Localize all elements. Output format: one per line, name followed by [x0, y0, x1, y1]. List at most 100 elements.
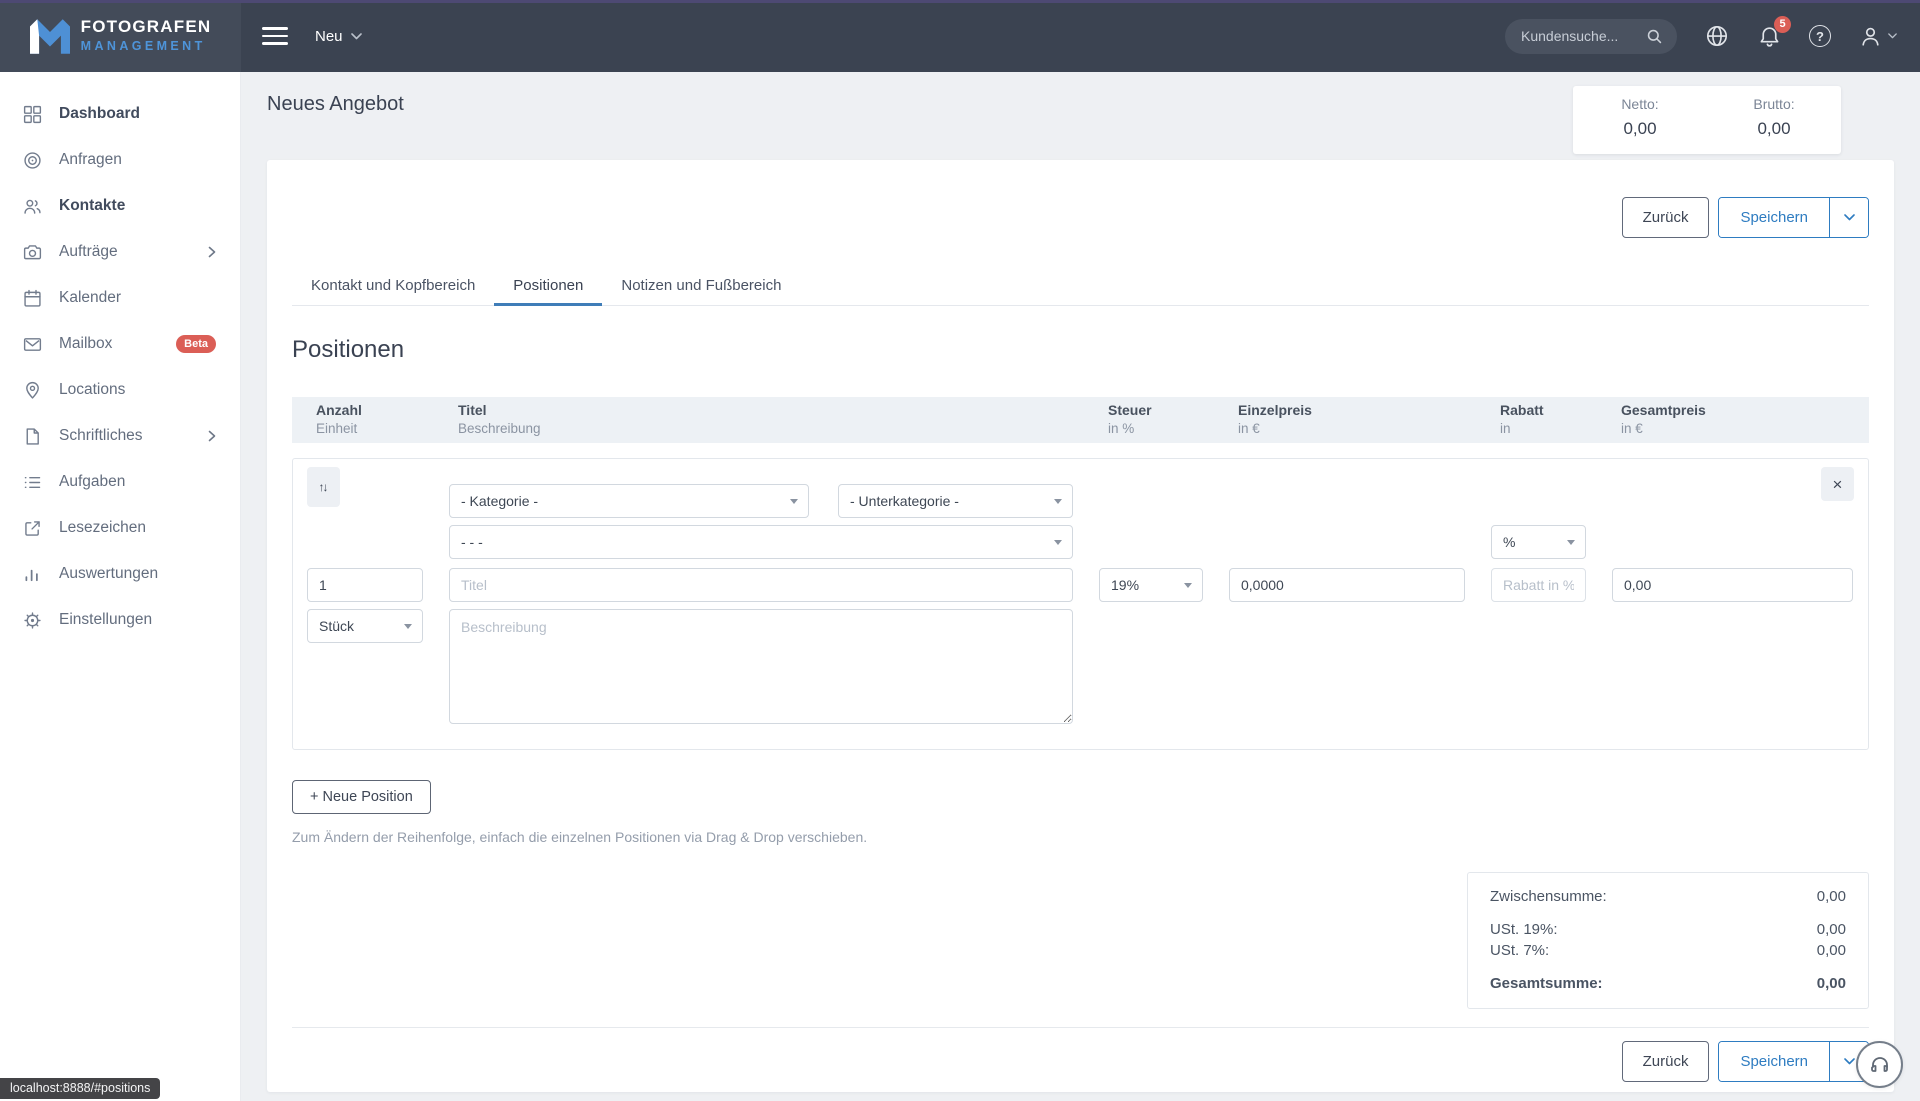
- sidebar-item-locations[interactable]: Locations: [0, 367, 240, 413]
- map-pin-icon: [22, 380, 43, 401]
- neu-label: Neu: [315, 27, 343, 45]
- gear-icon: [22, 610, 43, 631]
- bar-chart-icon: [22, 564, 43, 585]
- notifications-bell-icon[interactable]: 5: [1757, 15, 1791, 49]
- discount-input[interactable]: [1491, 568, 1586, 602]
- sidebar-item-kalender[interactable]: Kalender: [0, 275, 240, 321]
- topbar: FOTOGRAFEN MANAGEMENT Neu 5: [0, 0, 1920, 72]
- sidebar-item-dashboard[interactable]: Dashboard: [0, 91, 240, 137]
- totals-card: Netto: 0,00 Brutto: 0,00: [1573, 86, 1841, 154]
- chevron-down-icon: [1054, 499, 1062, 504]
- search-icon[interactable]: [1645, 27, 1664, 51]
- sidebar-item-auftraege[interactable]: Aufträge: [0, 229, 240, 275]
- tax-select[interactable]: 19%: [1099, 568, 1203, 602]
- brand-line2: MANAGEMENT: [80, 38, 206, 53]
- chevron-right-icon: [208, 430, 216, 442]
- col-titel: Titel Beschreibung: [458, 402, 541, 437]
- preset-select[interactable]: - - -: [449, 525, 1073, 559]
- chevron-down-icon: [404, 624, 412, 629]
- brutto-value: 0,00: [1757, 119, 1791, 138]
- tab-bar: Kontakt und Kopfbereich Positionen Notiz…: [292, 265, 1869, 306]
- chevron-down-icon: [1888, 33, 1897, 39]
- document-icon: [22, 426, 43, 447]
- netto-value: 0,00: [1623, 119, 1657, 138]
- col-einzelpreis: Einzelpreis in €: [1238, 402, 1312, 437]
- sidebar-item-aufgaben[interactable]: Aufgaben: [0, 459, 240, 505]
- unit-select[interactable]: Stück: [307, 609, 423, 643]
- bottom-divider: [292, 1027, 1869, 1028]
- chevron-down-icon: [1184, 583, 1192, 588]
- sidebar-item-kontakte[interactable]: Kontakte: [0, 183, 240, 229]
- toolbar-bottom: Zurück Speichern: [292, 1041, 1869, 1082]
- chevron-down-icon: [790, 499, 798, 504]
- brutto-label: Brutto:: [1753, 96, 1795, 112]
- save-button[interactable]: Speichern: [1719, 198, 1829, 237]
- sidebar-item-auswertungen[interactable]: Auswertungen: [0, 551, 240, 597]
- sidebar-item-anfragen[interactable]: Anfragen: [0, 137, 240, 183]
- globe-icon[interactable]: [1704, 23, 1730, 49]
- col-steuer: Steuer in %: [1108, 402, 1152, 437]
- tab-kontakt-und-kopfbereich[interactable]: Kontakt und Kopfbereich: [292, 265, 494, 305]
- help-glyph: ?: [1816, 28, 1824, 44]
- remove-position-button[interactable]: ×: [1821, 467, 1854, 501]
- support-chat-button[interactable]: [1856, 1041, 1903, 1088]
- positions-heading: Positionen: [292, 336, 405, 363]
- hamburger-menu-icon[interactable]: [262, 27, 288, 45]
- tab-positionen[interactable]: Positionen: [494, 265, 603, 306]
- total-price-input[interactable]: [1612, 568, 1853, 602]
- task-list-icon: [22, 472, 43, 493]
- brand-line1: FOTOGRAFEN: [80, 17, 212, 37]
- browser-status-url: localhost:8888/#positions: [0, 1078, 161, 1099]
- quantity-input[interactable]: [307, 568, 423, 602]
- topbar-right: 5 ?: [1505, 15, 1920, 54]
- camera-icon: [22, 242, 43, 263]
- sidebar-item-mailbox[interactable]: Mailbox Beta: [0, 321, 240, 367]
- neu-dropdown-button[interactable]: Neu: [315, 28, 362, 45]
- position-row: × ↑↓ - Kategorie - - Unterkategorie - - …: [292, 458, 1869, 750]
- customer-search: [1505, 18, 1677, 54]
- back-button[interactable]: Zurück: [1621, 1041, 1710, 1082]
- top-accent-strip: [0, 0, 1920, 3]
- chevron-down-icon: [1567, 540, 1575, 545]
- save-button[interactable]: Speichern: [1719, 1042, 1829, 1081]
- app-root: FOTOGRAFEN MANAGEMENT Neu 5: [0, 0, 1920, 1101]
- sidebar-item-schriftliches[interactable]: Schriftliches: [0, 413, 240, 459]
- back-button[interactable]: Zurück: [1621, 197, 1710, 238]
- netto-label: Netto:: [1621, 96, 1659, 112]
- help-icon[interactable]: ?: [1809, 25, 1831, 47]
- save-options-button[interactable]: [1829, 198, 1868, 237]
- sidebar-item-einstellungen[interactable]: Einstellungen: [0, 597, 240, 643]
- drag-drop-hint: Zum Ändern der Reihenfolge, einfach die …: [292, 829, 868, 845]
- main-content: Neues Angebot Netto: 0,00 Brutto: 0,00 Z…: [241, 72, 1920, 1101]
- brand-logo[interactable]: FOTOGRAFEN MANAGEMENT: [0, 0, 241, 72]
- title-input[interactable]: [449, 568, 1073, 602]
- category-select[interactable]: - Kategorie -: [449, 484, 809, 518]
- notification-count-badge: 5: [1774, 15, 1791, 33]
- description-textarea[interactable]: [449, 609, 1073, 724]
- external-link-icon: [22, 518, 43, 539]
- chevron-right-icon: [208, 246, 216, 258]
- save-split-button: Speichern: [1718, 197, 1869, 238]
- mail-icon: [22, 334, 43, 355]
- sidebar-item-lesezeichen[interactable]: Lesezeichen: [0, 505, 240, 551]
- account-menu-button[interactable]: [1858, 24, 1897, 49]
- target-icon: [22, 150, 43, 171]
- col-gesamtpreis: Gesamtpreis in €: [1621, 402, 1706, 437]
- toolbar-top: Zurück Speichern: [292, 160, 1869, 238]
- add-position-button[interactable]: + Neue Position: [292, 780, 431, 814]
- col-rabatt: Rabatt in: [1500, 402, 1544, 437]
- summary-row-gesamtsumme: Gesamtsumme: 0,00: [1490, 975, 1846, 992]
- page-title: Neues Angebot: [267, 93, 404, 115]
- form-card: Zurück Speichern Kontakt und Kopfbereich…: [267, 160, 1894, 1092]
- summary-row-ust19: USt. 19%: 0,00: [1490, 921, 1846, 938]
- totals-summary-box: Zwischensumme: 0,00 USt. 19%: 0,00 USt. 7%…: [1467, 872, 1869, 1009]
- save-split-button: Speichern: [1718, 1041, 1869, 1082]
- discount-unit-select[interactable]: %: [1491, 525, 1586, 559]
- unit-price-input[interactable]: [1229, 568, 1465, 602]
- chevron-down-icon: [1054, 540, 1062, 545]
- subcategory-select[interactable]: - Unterkategorie -: [838, 484, 1073, 518]
- drag-sort-handle[interactable]: ↑↓: [307, 467, 340, 507]
- tab-notizen-und-fussbereich[interactable]: Notizen und Fußbereich: [602, 265, 800, 305]
- sidebar: Dashboard Anfragen Kontakte Aufträge Kal…: [0, 72, 241, 1101]
- headset-icon: [1868, 1053, 1892, 1077]
